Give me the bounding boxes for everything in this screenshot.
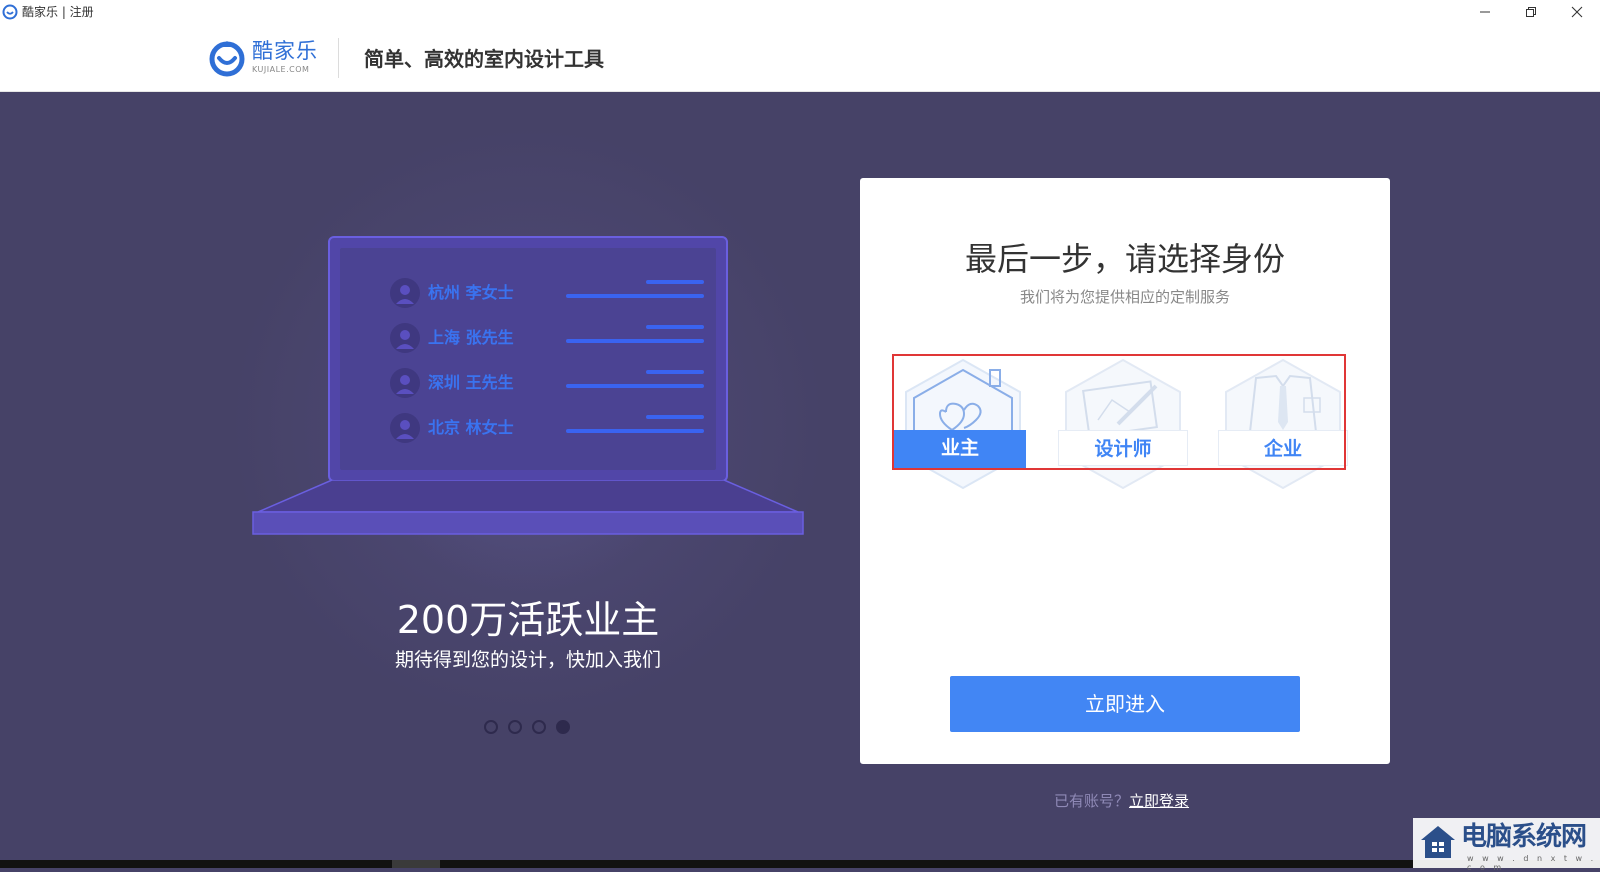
laptop-illustration-base	[252, 480, 804, 535]
user-label: 杭州 李女士	[428, 283, 514, 302]
laptop-illustration-screen: 杭州 李女士 上海 张先生 深圳 王先生 北京 林女士	[328, 236, 728, 482]
logo-subtext: KUJIALE.COM	[252, 65, 310, 74]
restore-button[interactable]	[1508, 0, 1554, 24]
user-row: 上海 张先生	[390, 323, 704, 353]
carousel-dot-active[interactable]	[556, 720, 570, 734]
watermark-url: w w w . d n x t w . c o m	[1467, 854, 1597, 872]
text-line-decoration	[566, 429, 704, 433]
identity-card: 最后一步，请选择身份 我们将为您提供相应的定制服务 业主 设计师 企业 立即进入	[860, 178, 1390, 764]
text-line-decoration	[646, 370, 704, 374]
card-subtitle: 我们将为您提供相应的定制服务	[1019, 288, 1230, 306]
window-titlebar: 酷家乐 | 注册	[0, 0, 1600, 24]
close-icon	[1571, 6, 1583, 18]
text-line-decoration	[646, 325, 704, 329]
site-watermark: 电脑系统网 w w w . d n x t w . c o m	[1413, 818, 1600, 872]
user-row: 深圳 王先生	[390, 368, 704, 398]
text-line-decoration	[566, 384, 704, 388]
laptop-screen-inner: 杭州 李女士 上海 张先生 深圳 王先生 北京 林女士	[340, 248, 716, 470]
app-logo-icon	[2, 4, 18, 20]
user-row: 杭州 李女士	[390, 278, 704, 308]
window-title: 酷家乐 | 注册	[22, 5, 94, 19]
taskbar-strip	[0, 860, 1600, 868]
role-selection-highlight	[892, 354, 1346, 470]
carousel-dot[interactable]	[508, 720, 522, 734]
user-label: 北京 林女士	[428, 418, 514, 437]
carousel-dots	[484, 720, 570, 734]
carousel-subtitle: 期待得到您的设计，快加入我们	[394, 649, 661, 671]
header-divider	[338, 38, 339, 78]
carousel-dot[interactable]	[484, 720, 498, 734]
user-label: 深圳 王先生	[428, 373, 514, 392]
close-button[interactable]	[1554, 0, 1600, 24]
restore-icon	[1526, 7, 1536, 17]
header-slogan: 简单、高效的室内设计工具	[364, 47, 604, 71]
card-title: 最后一步，请选择身份	[964, 240, 1285, 278]
login-prompt-line: 已有账号？立即登录	[1054, 792, 1189, 810]
text-line-decoration	[566, 294, 704, 298]
carousel-title: 200万活跃业主	[396, 598, 660, 642]
watermark-text: 电脑系统网	[1461, 822, 1587, 852]
user-avatar-icon	[390, 278, 420, 308]
user-avatar-icon	[390, 413, 420, 443]
user-avatar-icon	[390, 368, 420, 398]
main-area: 杭州 李女士 上海 张先生 深圳 王先生 北京 林女士 200万活跃业主 期待得…	[0, 92, 1600, 868]
watermark-house-icon	[1421, 826, 1455, 858]
text-line-decoration	[566, 339, 704, 343]
text-line-decoration	[646, 280, 704, 284]
text-line-decoration	[646, 415, 704, 419]
taskbar-item[interactable]	[392, 860, 440, 868]
minimize-icon	[1480, 11, 1490, 13]
logo-text: 酷家乐	[252, 39, 318, 63]
minimize-button[interactable]	[1462, 0, 1508, 24]
kujiale-logo-icon[interactable]	[208, 39, 246, 77]
user-row: 北京 林女士	[390, 413, 704, 443]
carousel-dot[interactable]	[532, 720, 546, 734]
site-header: 酷家乐 KUJIALE.COM 简单、高效的室内设计工具	[0, 24, 1600, 92]
user-avatar-icon	[390, 323, 420, 353]
enter-button[interactable]: 立即进入	[950, 676, 1300, 732]
login-prompt: 已有账号？	[1054, 792, 1130, 810]
user-label: 上海 张先生	[428, 328, 514, 347]
login-link[interactable]: 立即登录	[1129, 792, 1189, 810]
